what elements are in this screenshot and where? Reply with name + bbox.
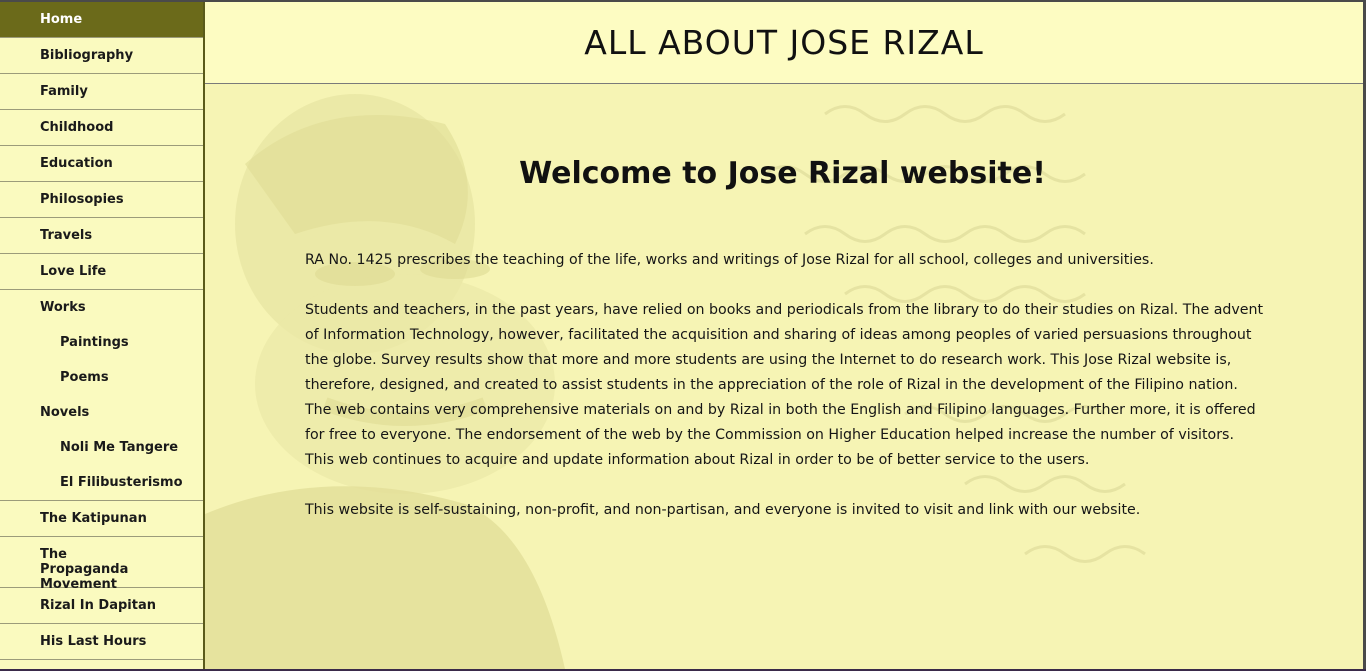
- sidebar-nav: Home Bibliography Family Childhood Educa…: [0, 2, 205, 669]
- closing-paragraph: This website is self-sustaining, non-pro…: [305, 502, 1141, 518]
- sidebar-item-bibliography[interactable]: Bibliography: [0, 38, 203, 74]
- sidebar-subitem-paintings[interactable]: Paintings: [0, 325, 203, 360]
- sidebar-item-works[interactable]: Works: [0, 290, 203, 325]
- intro-paragraph: RA No. 1425 prescribes the teaching of t…: [305, 252, 1154, 268]
- sidebar-item-rizal-in-dapitan[interactable]: Rizal In Dapitan: [0, 588, 203, 624]
- sidebar-item-love-life[interactable]: Love Life: [0, 254, 203, 290]
- sidebar-item-travels[interactable]: Travels: [0, 218, 203, 254]
- sidebar-subitem-noli-me-tangere[interactable]: Noli Me Tangere: [0, 430, 203, 465]
- description-paragraph: Students and teachers, in the past years…: [305, 302, 1264, 468]
- welcome-heading: Welcome to Jose Rizal website!: [519, 156, 1046, 191]
- sidebar-item-home[interactable]: Home: [0, 2, 203, 38]
- sidebar-item-philosopies[interactable]: Philosopies: [0, 182, 203, 218]
- sidebar-item-education[interactable]: Education: [0, 146, 203, 182]
- sidebar-subitem-el-filibusterismo[interactable]: El Filibusterismo: [0, 465, 203, 501]
- sidebar-item-his-last-hours[interactable]: His Last Hours: [0, 624, 203, 660]
- sidebar-item-the-katipunan[interactable]: The Katipunan: [0, 501, 203, 537]
- sidebar-item-the-propaganda-movement[interactable]: The Propaganda Movement: [0, 537, 203, 592]
- main-content: Welcome to Jose Rizal website! RA No. 14…: [205, 84, 1363, 669]
- content-area: Welcome to Jose Rizal website! RA No. 14…: [305, 84, 1265, 523]
- sidebar-item-novels[interactable]: Novels: [0, 395, 203, 430]
- site-title: ALL ABOUT JOSE RIZAL: [584, 23, 984, 62]
- sidebar-subitem-poems[interactable]: Poems: [0, 360, 203, 395]
- sidebar-item-family[interactable]: Family: [0, 74, 203, 110]
- sidebar-item-childhood[interactable]: Childhood: [0, 110, 203, 146]
- page-header: ALL ABOUT JOSE RIZAL: [205, 2, 1363, 84]
